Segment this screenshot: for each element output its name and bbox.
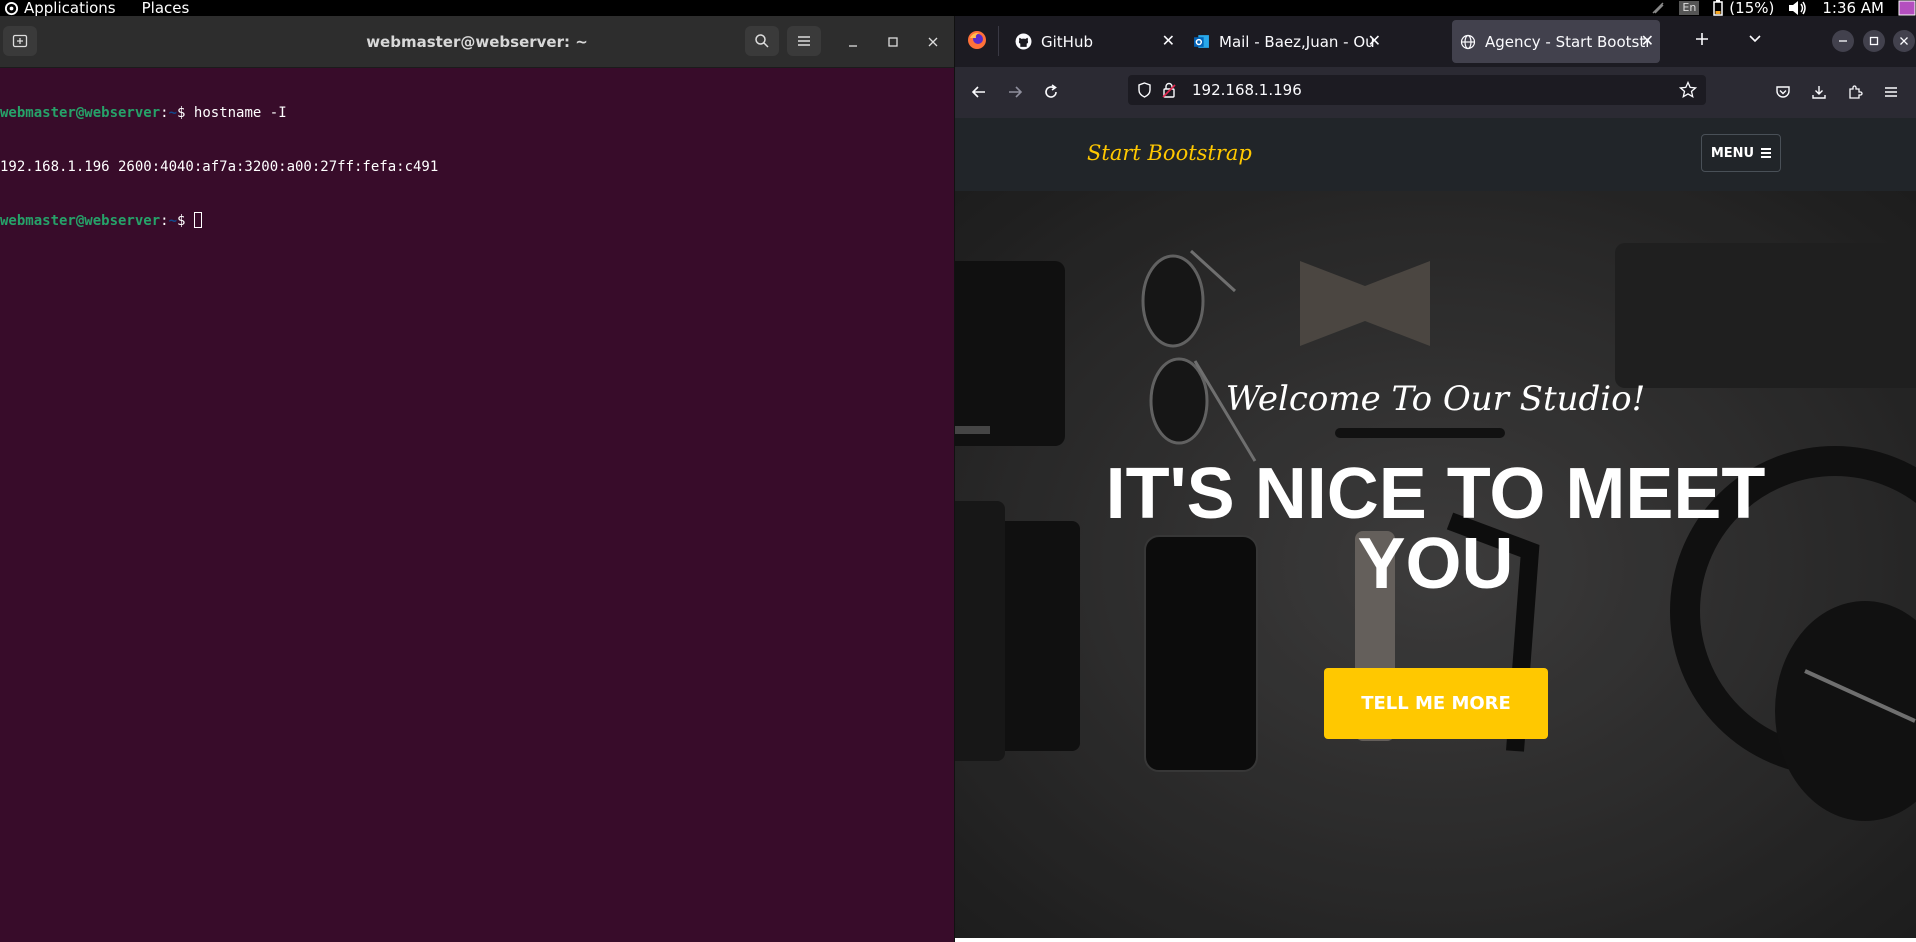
url-text: 192.168.1.196 <box>1192 81 1302 99</box>
command-text: hostname -I <box>193 105 287 121</box>
volume-icon[interactable] <box>1788 0 1808 16</box>
tab-separator <box>998 26 999 56</box>
close-icon <box>1900 37 1908 45</box>
pocket-icon <box>1776 86 1790 98</box>
minimize-icon <box>849 45 857 47</box>
download-icon <box>1812 86 1826 99</box>
list-all-tabs-button[interactable] <box>1748 33 1762 45</box>
hamburger-icon <box>1885 87 1897 97</box>
menu-label: MENU <box>1710 145 1755 161</box>
site-navbar: Start Bootstrap MENU <box>955 118 1916 191</box>
terminal-window: webmaster@webserver: ~ webmaster@webserv… <box>0 16 954 942</box>
minimize-icon <box>1839 40 1847 42</box>
tab-bar: GitHub ✕ Mail - Baez,Juan - Outlook ✕ Ag… <box>955 16 1916 67</box>
terminal-line: webmaster@webserver:~$ <box>0 212 954 230</box>
terminal-output[interactable]: webmaster@webserver:~$ hostname -I 192.1… <box>0 68 954 266</box>
prompt-path: ~ <box>168 105 178 121</box>
tab-agency[interactable]: Agency - Start Bootstrap ✕ <box>1452 20 1660 63</box>
close-button[interactable] <box>921 30 945 54</box>
clock[interactable]: 1:36 AM <box>1822 0 1884 16</box>
network-icon[interactable] <box>1651 1 1665 15</box>
workspace-icon[interactable] <box>1898 0 1916 16</box>
firefox-icon <box>968 31 986 49</box>
arrow-right-icon <box>1009 86 1023 98</box>
hamburger-menu-button[interactable] <box>787 26 821 56</box>
prompt-path: ~ <box>168 213 178 229</box>
terminal-line: webmaster@webserver:~$ hostname -I <box>0 105 287 121</box>
hero-heading: IT'S NICE TO MEET YOU <box>1105 454 1766 604</box>
puzzle-icon <box>1849 85 1863 99</box>
hero-subheading: Welcome To Our Studio! <box>1225 379 1646 419</box>
app-menu-button[interactable] <box>1880 81 1902 103</box>
prompt-symbol: $ <box>177 105 186 121</box>
search-icon <box>755 34 769 48</box>
web-page-content: Start Bootstrap MENU Welcome To Our Stud… <box>955 118 1916 942</box>
close-icon <box>928 37 938 47</box>
tab-outlook-mail[interactable]: Mail - Baez,Juan - Outlook ✕ <box>1185 20 1387 63</box>
address-bar[interactable]: 192.168.1.196 <box>1128 75 1706 105</box>
tracking-protection-shield-icon[interactable] <box>1137 82 1152 98</box>
maximize-icon <box>1869 36 1879 46</box>
hamburger-icon <box>798 36 810 46</box>
arrow-left-icon <box>971 86 985 98</box>
navigation-toolbar: 192.168.1.196 <box>955 67 1916 118</box>
tab-label: Mail - Baez,Juan - Outlook <box>1219 32 1376 51</box>
prompt-user: webmaster@webserver <box>0 213 161 229</box>
outlook-icon <box>1194 35 1209 48</box>
site-brand-link[interactable]: Start Bootstrap <box>1087 139 1252 167</box>
close-tab-icon[interactable]: ✕ <box>1162 33 1175 49</box>
bookmark-star-icon[interactable] <box>1679 81 1697 99</box>
hero-section: Welcome To Our Studio! IT'S NICE TO MEET… <box>955 191 1916 938</box>
browser-minimize-button[interactable] <box>1832 30 1854 52</box>
browser-close-button[interactable] <box>1893 30 1915 52</box>
battery-indicator[interactable]: (15%) <box>1713 0 1774 16</box>
tab-github[interactable]: GitHub ✕ <box>1007 20 1181 63</box>
terminal-header-bar: webmaster@webserver: ~ <box>0 16 954 68</box>
search-button[interactable] <box>745 26 779 56</box>
maximize-icon <box>888 37 898 47</box>
globe-icon <box>1460 34 1476 49</box>
next-section <box>955 938 1916 942</box>
browser-maximize-button[interactable] <box>1863 30 1885 52</box>
github-icon <box>1015 33 1032 50</box>
terminal-line: 192.168.1.196 2600:4040:af7a:3200:a00:27… <box>0 158 954 176</box>
prompt-user: webmaster@webserver <box>0 105 161 121</box>
reload-icon <box>1045 84 1057 98</box>
keyboard-layout-indicator[interactable]: En <box>1679 1 1700 15</box>
forward-button[interactable] <box>1004 81 1026 103</box>
tab-label: Agency - Start Bootstrap <box>1485 32 1649 51</box>
prompt-symbol: $ <box>177 213 186 229</box>
browser-window: GitHub ✕ Mail - Baez,Juan - Outlook ✕ Ag… <box>955 16 1916 942</box>
close-tab-icon[interactable]: ✕ <box>1368 33 1381 49</box>
chevron-down-icon <box>1749 35 1761 43</box>
tab-label: GitHub <box>1041 32 1093 51</box>
reload-button[interactable] <box>1040 81 1062 103</box>
menu-toggle-button[interactable]: MENU <box>1701 134 1781 172</box>
pocket-button[interactable] <box>1772 81 1794 103</box>
battery-icon <box>1713 0 1724 16</box>
hamburger-icon <box>1761 148 1772 158</box>
firefox-view-button[interactable] <box>967 30 987 50</box>
battery-percent: (15%) <box>1729 0 1775 17</box>
extensions-button[interactable] <box>1844 81 1866 103</box>
places-menu[interactable]: Places <box>142 0 190 16</box>
downloads-button[interactable] <box>1808 81 1830 103</box>
applications-menu[interactable]: Applications <box>24 0 116 16</box>
close-tab-icon[interactable]: ✕ <box>1641 33 1654 49</box>
back-button[interactable] <box>968 81 990 103</box>
system-top-bar: Applications Places En (15%) 1:36 AM <box>0 0 1916 16</box>
gnome-foot-icon[interactable] <box>4 1 19 16</box>
plus-icon <box>1696 33 1708 45</box>
insecure-lock-icon[interactable] <box>1162 82 1176 98</box>
maximize-button[interactable] <box>881 30 905 54</box>
command-output: 192.168.1.196 2600:4040:af7a:3200:a00:27… <box>0 159 439 175</box>
tell-me-more-button[interactable]: TELL ME MORE <box>1324 668 1548 739</box>
terminal-cursor <box>193 212 202 228</box>
minimize-button[interactable] <box>841 30 865 54</box>
new-tab-button[interactable] <box>1694 31 1710 47</box>
